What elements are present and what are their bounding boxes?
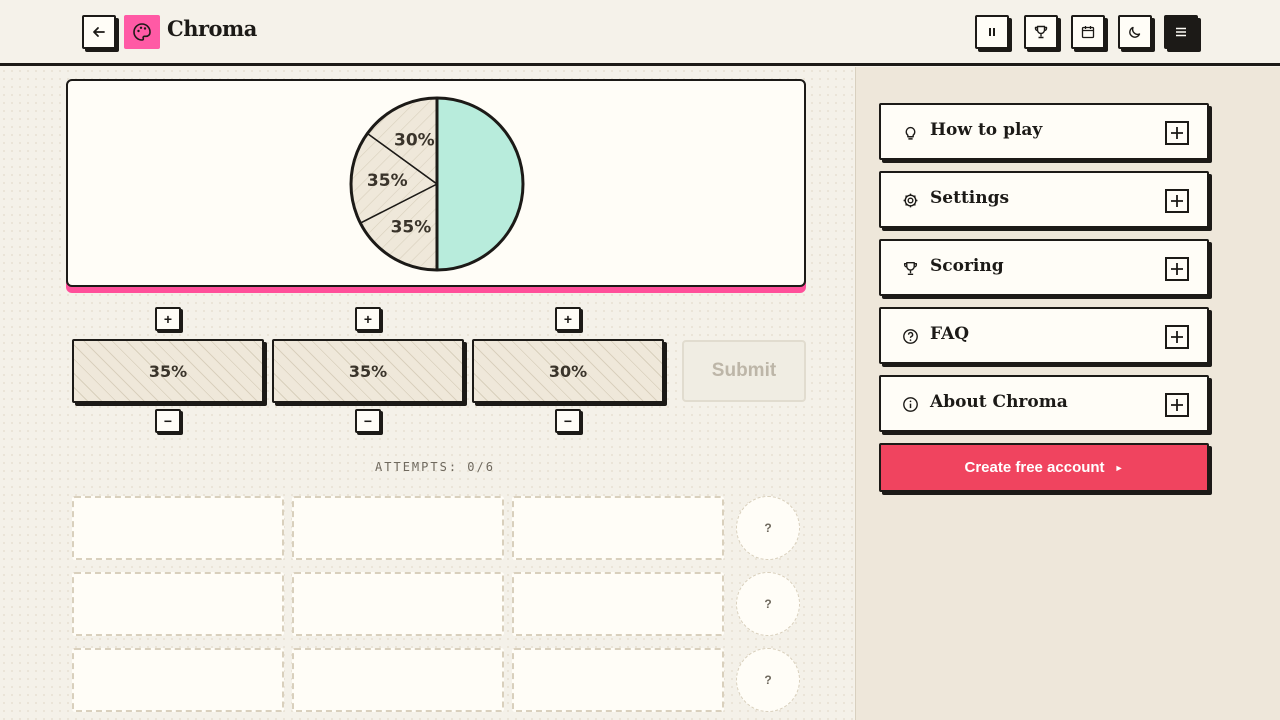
submit-button[interactable]: Submit	[682, 340, 806, 402]
decrease-slice-1-button[interactable]: −	[155, 409, 181, 433]
history-slot	[292, 648, 504, 712]
app-title: Chroma	[167, 16, 257, 41]
history-slot	[292, 572, 504, 636]
palette-icon	[133, 23, 151, 41]
expand-icon[interactable]	[1165, 257, 1189, 281]
increase-slice-1-button[interactable]: +	[155, 307, 181, 331]
dark-mode-button[interactable]	[1118, 15, 1152, 49]
history-slot	[512, 572, 724, 636]
history-slot	[72, 496, 284, 560]
question-icon	[903, 329, 918, 344]
top-bar: Chroma	[0, 0, 1280, 66]
decrease-slice-2-button[interactable]: −	[355, 409, 381, 433]
accordion-label: Settings	[930, 188, 1010, 208]
trophy-button[interactable]	[1024, 15, 1058, 49]
pie-slice-label: 35%	[391, 218, 432, 238]
accordion-about[interactable]: About Chroma	[879, 375, 1209, 432]
trophy-icon	[1034, 25, 1048, 39]
moon-icon	[1129, 26, 1141, 38]
pie-chart-card: 35% 35% 30%	[66, 79, 806, 287]
back-arrow-icon	[93, 27, 105, 37]
menu-button[interactable]	[1164, 15, 1198, 49]
history-result: ?	[736, 496, 800, 560]
guess-slice-3: 30%	[472, 339, 664, 403]
history-slot	[72, 572, 284, 636]
pie-slice-label: 35%	[367, 171, 408, 191]
create-account-button[interactable]: Create free account ►	[879, 443, 1209, 492]
trophy-icon	[903, 261, 918, 276]
guess-slice-1: 35%	[72, 339, 264, 403]
accordion-settings[interactable]: Settings	[879, 171, 1209, 228]
pie-slice-label: 30%	[394, 131, 435, 151]
pie-slice-target	[436, 97, 524, 271]
history-slot	[512, 496, 724, 560]
play-arrow-icon: ►	[1114, 462, 1124, 473]
guess-slice-2: 35%	[272, 339, 464, 403]
info-icon	[903, 397, 918, 412]
history-slot	[72, 648, 284, 712]
pause-icon	[989, 28, 995, 36]
attempts-counter: ATTEMPTS: 0/6	[375, 460, 495, 474]
calendar-button[interactable]	[1071, 15, 1105, 49]
expand-icon[interactable]	[1165, 189, 1189, 213]
create-account-label: Create free account	[964, 459, 1105, 476]
pie-chart: 35% 35% 30%	[349, 96, 525, 272]
logo-badge	[124, 15, 160, 49]
gear-icon	[903, 193, 918, 208]
menu-icon	[1176, 27, 1186, 37]
accordion-how-to-play[interactable]: How to play	[879, 103, 1209, 160]
pause-button[interactable]	[975, 15, 1009, 49]
calendar-icon	[1081, 26, 1095, 39]
back-button[interactable]	[82, 15, 116, 49]
increase-slice-3-button[interactable]: +	[555, 307, 581, 331]
history-result: ?	[736, 572, 800, 636]
history-slot	[292, 496, 504, 560]
expand-icon[interactable]	[1165, 121, 1189, 145]
accordion-label: FAQ	[930, 324, 970, 344]
accordion-label: About Chroma	[930, 392, 1068, 412]
history-slot	[512, 648, 724, 712]
history-result: ?	[736, 648, 800, 712]
accordion-label: Scoring	[930, 256, 1004, 276]
expand-icon[interactable]	[1165, 393, 1189, 417]
accordion-faq[interactable]: FAQ	[879, 307, 1209, 364]
lightbulb-icon	[905, 126, 916, 140]
accordion-scoring[interactable]: Scoring	[879, 239, 1209, 296]
decrease-slice-3-button[interactable]: −	[555, 409, 581, 433]
increase-slice-2-button[interactable]: +	[355, 307, 381, 331]
expand-icon[interactable]	[1165, 325, 1189, 349]
accordion-label: How to play	[930, 120, 1043, 140]
